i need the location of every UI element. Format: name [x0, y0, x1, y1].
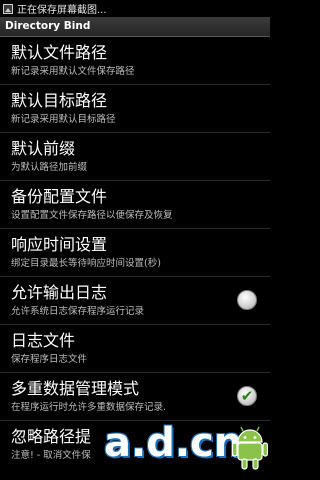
setting-default-prefix[interactable]: 默认前缀 为默认路径加前缀 — [0, 133, 270, 181]
setting-title: 多重数据管理模式 — [11, 379, 140, 398]
setting-allow-log-output[interactable]: 允许输出日志 允许系统日志保存程序运行记录 — [0, 277, 270, 325]
setting-summary: 保存程序日志文件 — [11, 354, 88, 365]
settings-list: 默认文件路径 新记录采用默认文件保存路径 默认目标路径 新记录采用默认目标路径 … — [0, 37, 270, 469]
setting-summary: 设置配置文件保存路径以便保存及恢复 — [11, 210, 173, 221]
check-mark-icon: ✔ — [240, 386, 254, 405]
watermark: a.d.cn — [104, 416, 270, 480]
setting-summary: 允许系统日志保存程序运行记录 — [11, 306, 145, 317]
setting-log-file[interactable]: 日志文件 保存程序日志文件 — [0, 325, 270, 373]
setting-title: 默认文件路径 — [11, 43, 108, 62]
watermark-text: a.d.cn — [104, 420, 243, 466]
allow-log-checkbox[interactable] — [237, 290, 257, 310]
setting-response-time[interactable]: 响应时间设置 绑定目录最长等待响应时间设置(秒) — [0, 229, 270, 277]
status-bar-text: 正在保存屏幕截图... — [17, 5, 107, 16]
setting-title: 日志文件 — [11, 331, 76, 350]
setting-title: 备份配置文件 — [11, 187, 108, 206]
setting-summary: 绑定目录最长等待响应时间设置(秒) — [11, 258, 161, 269]
screenshot-notification-icon — [3, 3, 13, 14]
setting-default-target-path[interactable]: 默认目标路径 新记录采用默认目标路径 — [0, 85, 270, 133]
app-title-bar: Directory Bind — [0, 17, 270, 37]
setting-summary: 注意! - 取消文件保 — [11, 450, 91, 461]
setting-summary: 新记录采用默认目标路径 — [11, 114, 116, 125]
setting-summary: 在程序运行时允许多重数据保存记录. — [11, 402, 167, 413]
setting-backup-config[interactable]: 备份配置文件 设置配置文件保存路径以便保存及恢复 — [0, 181, 270, 229]
setting-default-file-path[interactable]: 默认文件路径 新记录采用默认文件保存路径 — [0, 37, 270, 85]
setting-title: 默认目标路径 — [11, 91, 108, 110]
multi-data-checkbox[interactable]: ✔ — [237, 386, 257, 406]
status-bar: 正在保存屏幕截图... — [0, 0, 270, 17]
setting-title: 响应时间设置 — [11, 235, 108, 254]
setting-multi-data-mode[interactable]: 多重数据管理模式 在程序运行时允许多重数据保存记录. ✔ — [0, 373, 270, 421]
setting-title: 默认前缀 — [11, 139, 76, 158]
setting-title: 允许输出日志 — [11, 283, 108, 302]
setting-title: 忽略路径提 — [11, 427, 92, 446]
android-robot-icon — [232, 426, 268, 470]
setting-summary: 为默认路径加前缀 — [11, 162, 88, 173]
setting-summary: 新记录采用默认文件保存路径 — [11, 66, 135, 77]
app-title: Directory Bind — [5, 20, 91, 32]
